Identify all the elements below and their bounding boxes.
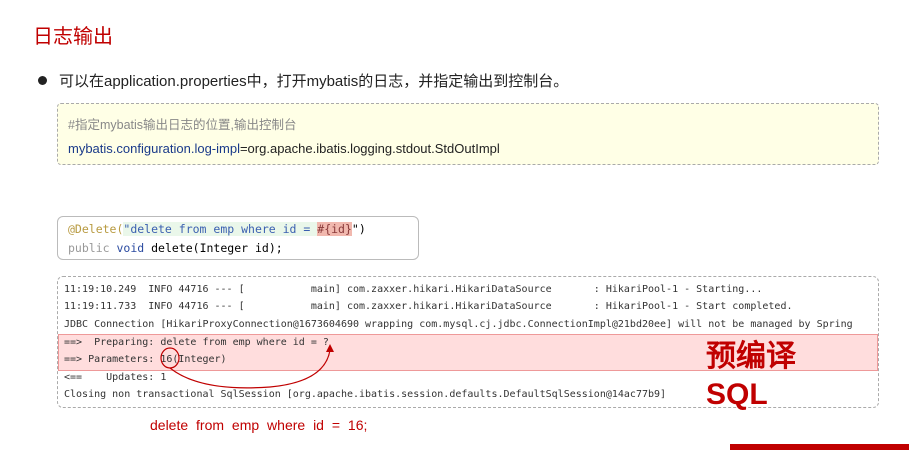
precompiled-sql-label: 预编译 SQL bbox=[706, 338, 796, 414]
label-line-1: 预编译 bbox=[706, 340, 796, 373]
final-sql-text: delete from emp where id = 16; bbox=[150, 417, 368, 433]
label-line-2: SQL bbox=[706, 378, 768, 411]
footer-bar bbox=[730, 444, 909, 450]
